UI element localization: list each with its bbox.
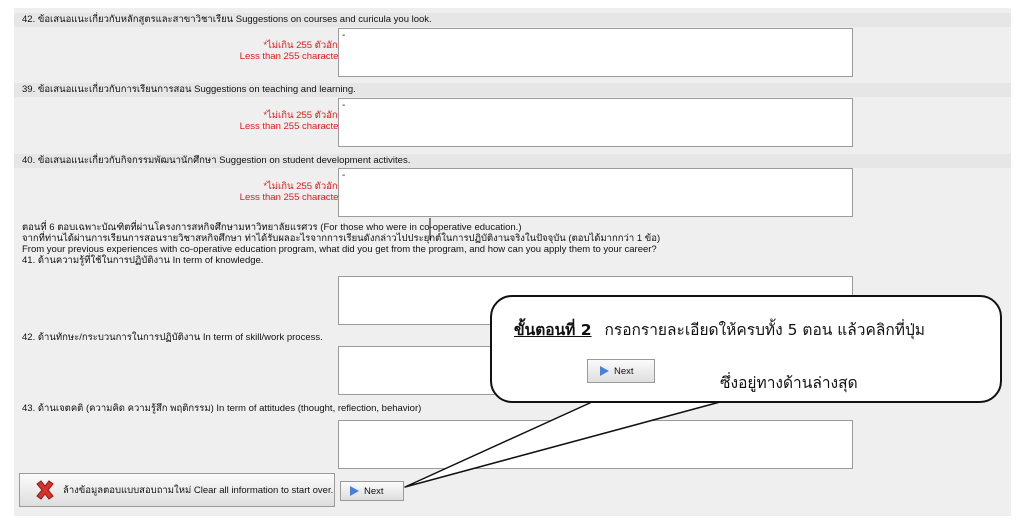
callout-instruction-line: ขั้นตอนที่ 2 กรอกรายละเอียดให้ครบทั้ง 5 … bbox=[514, 317, 925, 342]
instruction-callout: ขั้นตอนที่ 2 กรอกรายละเอียดให้ครบทั้ง 5 … bbox=[490, 295, 1002, 403]
callout-location-text: ซึ่งอยู่ทางด้านล่างสุด bbox=[720, 374, 858, 392]
callout-next-button-image: Next bbox=[587, 359, 655, 383]
callout-instruction: กรอกรายละเอียดให้ครบทั้ง 5 ตอน แล้วคลิกท… bbox=[604, 321, 926, 339]
callout-pointer bbox=[404, 218, 721, 488]
play-icon bbox=[600, 366, 609, 376]
callout-step-label: ขั้นตอนที่ 2 bbox=[514, 321, 592, 339]
callout-next-label: Next bbox=[614, 365, 634, 377]
